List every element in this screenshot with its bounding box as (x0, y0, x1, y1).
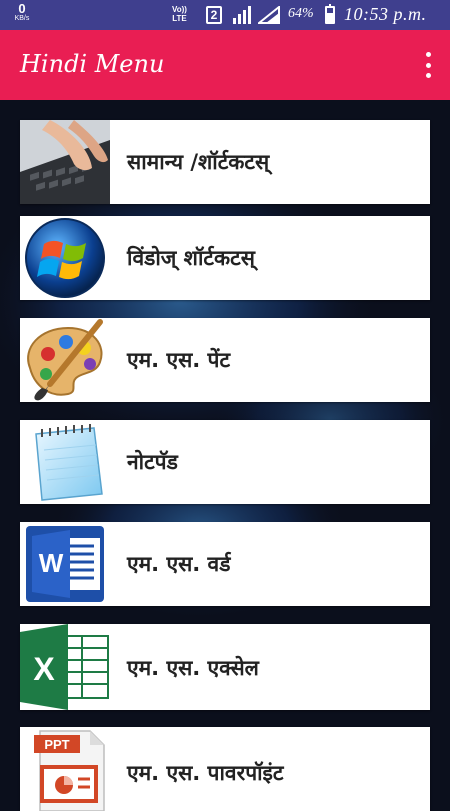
paint-palette-icon (20, 318, 110, 402)
battery-percent: 64% (288, 6, 314, 21)
app-bar: Hindi Menu (0, 30, 450, 100)
menu-item-ms-word[interactable]: W एम. एस. वर्ड (20, 522, 430, 606)
clock: 10:53 p.m. (344, 4, 427, 24)
menu-item-label: सामान्य /शॉर्टकटस् (127, 150, 270, 174)
status-bar: 0 KB/s Vo)) LTE 2 64% 10:53 p.m. (0, 0, 450, 30)
menu-list: सामान्य /शॉर्टकटस् विंडोज् शॉर्टकटस् एम.… (0, 100, 450, 811)
volte-line2: LTE (172, 14, 187, 23)
menu-item-label: विंडोज् शॉर्टकटस् (127, 246, 255, 270)
menu-item-label: एम. एस. पावरपॉइंट (127, 761, 284, 785)
notepad-icon (20, 420, 110, 504)
battery-icon (325, 4, 335, 24)
ms-word-icon: W (20, 522, 110, 606)
windows-logo-icon (20, 216, 110, 300)
volte-icon: Vo)) LTE (172, 5, 187, 23)
menu-item-general-shortcuts[interactable]: सामान्य /शॉर्टकटस् (20, 120, 430, 204)
sim-slot-icon: 2 (206, 6, 222, 24)
menu-item-label: एम. एस. पेंट (127, 348, 231, 372)
network-speed-value: 0 (18, 1, 26, 16)
svg-text:W: W (39, 548, 64, 578)
menu-item-ms-paint[interactable]: एम. एस. पेंट (20, 318, 430, 402)
signal-strength-icon (233, 6, 251, 24)
menu-item-notepad[interactable]: नोटपॅड (20, 420, 430, 504)
app-title: Hindi Menu (20, 50, 165, 78)
menu-item-ms-powerpoint[interactable]: PPT एम. एस. पावरपॉइंट (20, 727, 430, 811)
menu-item-label: नोटपॅड (127, 450, 178, 474)
keyboard-photo-icon (20, 120, 110, 204)
volte-line1: Vo)) (172, 5, 187, 14)
signal-strength-2-icon (258, 6, 280, 24)
ms-powerpoint-icon: PPT (20, 727, 110, 811)
menu-item-ms-excel[interactable]: X एम. एस. एक्सेल (20, 624, 430, 710)
more-vert-icon[interactable] (422, 52, 434, 78)
ppt-badge-text: PPT (44, 737, 69, 752)
network-speed: 0 KB/s (8, 2, 36, 22)
ms-excel-icon: X (20, 624, 110, 710)
svg-text:X: X (33, 651, 55, 687)
menu-item-label: एम. एस. वर्ड (127, 552, 231, 576)
menu-item-windows-shortcuts[interactable]: विंडोज् शॉर्टकटस् (20, 216, 430, 300)
network-speed-unit: KB/s (14, 15, 30, 22)
menu-item-label: एम. एस. एक्सेल (127, 656, 259, 680)
